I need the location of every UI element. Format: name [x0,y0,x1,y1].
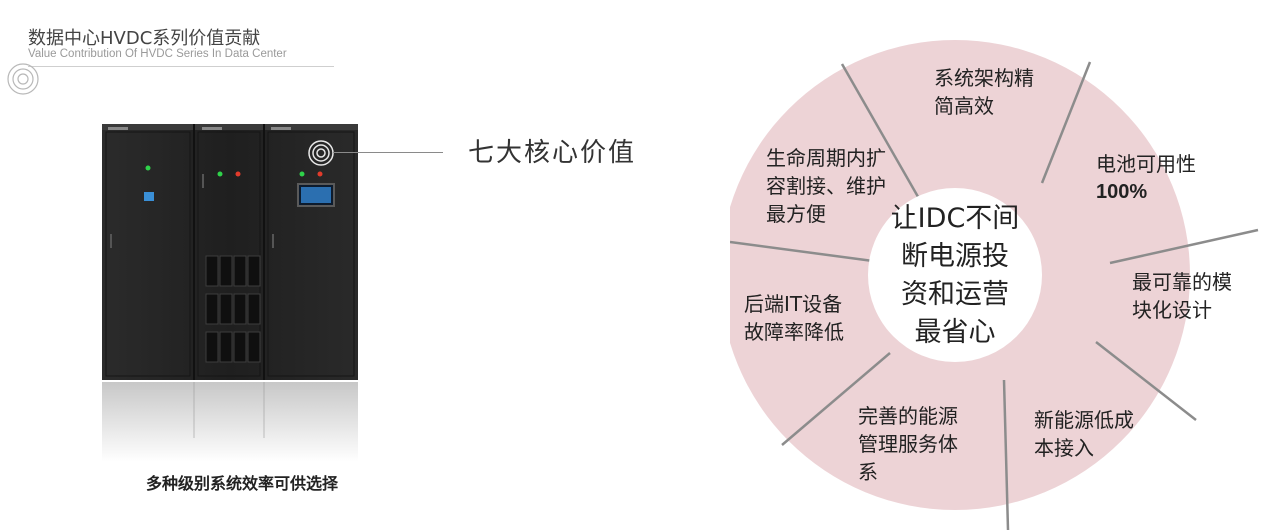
segment-line: 本接入 [1034,436,1094,460]
segment-line: 电池可用性 [1096,152,1196,176]
wheel-segment-it-failure: 后端IT设备 故障率降低 [744,290,844,346]
wheel-segment-battery: 电池可用性 100% [1096,150,1196,206]
wheel-center-line: 让IDC不间 [890,203,1020,234]
segment-line: 容割接、维护 [766,174,886,198]
wheel-segment-energy-management: 完善的能源 管理服务体 系 [858,402,958,486]
segment-line: 系统架构精 [934,66,1034,90]
segment-line: 100% [1096,181,1148,203]
segment-line: 新能源低成 [1034,408,1134,432]
wheel-segment-architecture: 系统架构精 简高效 [934,64,1034,120]
segment-line: 完善的能源 [858,404,958,428]
target-rings-icon [308,140,334,166]
target-rings-icon [7,63,39,95]
segment-line: 系 [858,460,878,484]
callout-connector-line [333,152,443,153]
segment-line: 生命周期内扩 [766,146,886,170]
segment-line: 后端IT设备 [744,292,843,316]
callout-label: 七大核心价值 [468,138,637,168]
segment-line: 管理服务体 [858,432,958,456]
segment-line: 简高效 [934,94,994,118]
wheel-center-line: 资和运营 [901,279,1009,310]
wheel-segment-modular: 最可靠的模 块化设计 [1132,268,1232,324]
wheel-segment-lifecycle: 生命周期内扩 容割接、维护 最方便 [766,144,886,228]
hvdc-cabinet-image [102,124,358,462]
page-subtitle: Value Contribution Of HVDC Series In Dat… [28,48,287,60]
segment-line: 最方便 [766,202,826,226]
cabinet-caption: 多种级别系统效率可供选择 [146,474,339,493]
page-title: 数据中心HVDC系列价值贡献 [28,28,261,49]
wheel-center-text: 让IDC不间 断电源投 资和运营 最省心 [880,200,1030,352]
wheel-center-line: 最省心 [914,317,996,348]
header-divider [28,66,334,67]
wheel-center-line: 断电源投 [901,241,1009,272]
segment-line: 故障率降低 [744,320,844,344]
segment-line: 最可靠的模 [1132,270,1232,294]
wheel-segment-new-energy: 新能源低成 本接入 [1034,406,1134,462]
segment-line: 块化设计 [1132,298,1212,322]
